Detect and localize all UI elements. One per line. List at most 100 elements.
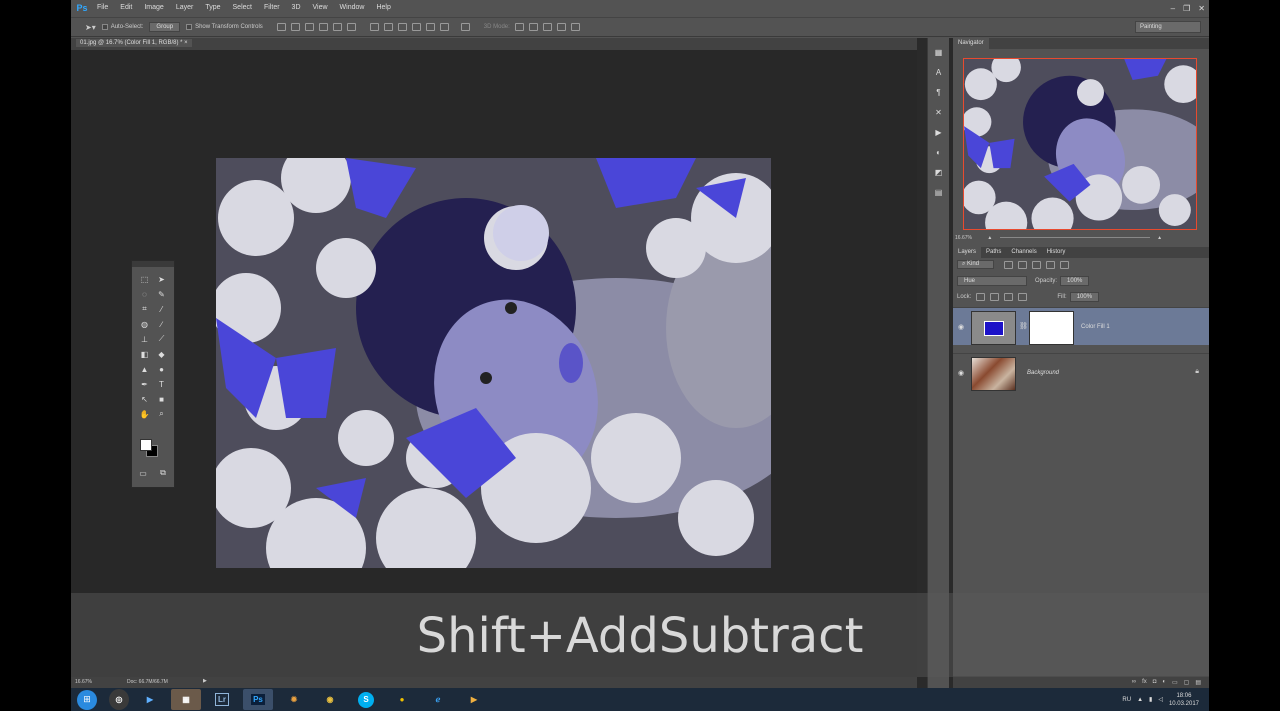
pen-tool-icon[interactable]: ✒ — [136, 378, 153, 390]
path-select-icon[interactable]: ↖ — [136, 393, 153, 405]
taskbar-app-icon[interactable]: ◎ — [109, 689, 129, 710]
tab-history[interactable]: History — [1042, 247, 1071, 258]
layer-mask-thumbnail[interactable] — [1029, 311, 1074, 345]
menu-file[interactable]: File — [91, 0, 114, 16]
transform-controls-checkbox[interactable] — [186, 24, 193, 30]
distribute-top-icon[interactable] — [369, 23, 379, 31]
stamp-tool-icon[interactable]: ⊥ — [136, 333, 153, 345]
background-thumbnail[interactable] — [971, 357, 1016, 391]
eraser-tool-icon[interactable]: ◧ — [136, 348, 153, 360]
ie-icon[interactable]: ℯ — [423, 689, 453, 710]
tools-presets-icon[interactable]: ✕ — [934, 108, 944, 118]
start-button-icon[interactable]: ⊞ — [77, 689, 97, 710]
lock-image-icon[interactable] — [990, 293, 1000, 301]
workspace-dropdown[interactable]: Painting — [1135, 21, 1201, 33]
quick-select-tool-icon[interactable]: ✎ — [153, 288, 170, 300]
media-player-icon[interactable]: ▶ — [135, 689, 165, 710]
lightroom-icon[interactable]: Lr — [207, 689, 237, 710]
eyedropper-tool-icon[interactable]: ⁄ — [153, 303, 170, 315]
align-right-icon[interactable] — [346, 23, 356, 31]
language-indicator[interactable]: RU — [1122, 697, 1131, 703]
crop-tool-icon[interactable]: ⌗ — [136, 303, 153, 315]
swatches-icon[interactable]: ▤ — [934, 188, 944, 198]
3d-drag-icon[interactable] — [542, 23, 552, 31]
screen-mode-icon[interactable]: ⧉ — [156, 467, 170, 479]
menu-view[interactable]: View — [307, 0, 334, 16]
dodge-tool-icon[interactable]: ● — [153, 363, 170, 375]
marquee-tool-icon[interactable]: ⬚ — [136, 273, 153, 285]
styles-icon[interactable]: ◐ — [934, 148, 944, 158]
network-icon[interactable]: ▮ — [1149, 696, 1152, 703]
filter-adjustment-icon[interactable] — [1018, 260, 1028, 269]
chrome-icon[interactable]: ◉ — [315, 689, 345, 710]
delete-layer-icon[interactable]: ▤ — [1195, 679, 1201, 686]
visibility-eye-icon[interactable]: ◉ — [958, 323, 964, 331]
align-hcenter-icon[interactable] — [332, 23, 342, 31]
lock-all-icon[interactable] — [1018, 293, 1028, 301]
align-top-icon[interactable] — [276, 23, 286, 31]
opacity-input[interactable]: 100% — [1060, 276, 1090, 286]
brush-tool-icon[interactable]: ∕ — [153, 318, 170, 330]
healing-tool-icon[interactable]: ◍ — [136, 318, 153, 330]
quick-mask-icon[interactable]: ▭ — [136, 467, 150, 479]
minimize-icon[interactable]: – — [1171, 4, 1175, 13]
auto-select-option[interactable]: Auto-Select: — [101, 24, 143, 30]
menu-select[interactable]: Select — [227, 0, 258, 16]
menu-type[interactable]: Type — [199, 0, 226, 16]
fill-input[interactable]: 100% — [1069, 292, 1100, 302]
zoom-in-icon[interactable]: ▲ — [1157, 235, 1162, 241]
photoshop-taskbar-icon[interactable]: Ps — [243, 689, 273, 710]
lasso-tool-icon[interactable]: ◌ — [136, 288, 153, 300]
filter-smart-icon[interactable] — [1060, 260, 1070, 269]
paint-bucket-icon[interactable]: ◆ — [153, 348, 170, 360]
menu-layer[interactable]: Layer — [170, 0, 200, 16]
clock[interactable]: 18:06 10.03.2017 — [1169, 692, 1199, 708]
menu-image[interactable]: Image — [138, 0, 169, 16]
color-fill-thumbnail[interactable] — [971, 311, 1016, 345]
canvas-area[interactable]: ⬚ ➤ ◌ ✎ ⌗ ⁄ ◍ ∕ ⊥ ⟋ ◧ ◆ ▲ ● ✒ T ↖ ■ ✋ ⌕ — [71, 50, 917, 677]
3d-slide-icon[interactable] — [556, 23, 566, 31]
tab-navigator[interactable]: Navigator — [953, 38, 989, 49]
paragraph-icon[interactable]: ¶ — [934, 88, 944, 98]
lock-position-icon[interactable] — [1004, 293, 1014, 301]
tab-layers[interactable]: Layers — [953, 247, 982, 258]
visibility-eye-icon[interactable]: ◉ — [958, 369, 964, 377]
distribute-bottom-icon[interactable] — [397, 23, 407, 31]
lock-transparent-icon[interactable] — [976, 293, 986, 301]
document-tab[interactable]: 01.jpg @ 16.7% (Color Fill 1, RGB/8) * × — [76, 39, 192, 47]
menu-edit[interactable]: Edit — [114, 0, 138, 16]
menu-window[interactable]: Window — [334, 0, 371, 16]
explorer-icon[interactable]: ▦ — [171, 689, 201, 710]
layer-color-fill[interactable]: ◉ ⛓ Color Fill 1 — [953, 307, 1209, 345]
distribute-right-icon[interactable] — [439, 23, 449, 31]
settings-app-icon[interactable]: ✹ — [279, 689, 309, 710]
auto-select-checkbox[interactable] — [101, 24, 108, 30]
align-bottom-icon[interactable] — [304, 23, 314, 31]
filter-pixel-icon[interactable] — [1004, 260, 1014, 269]
yellow-app-icon[interactable]: ● — [387, 689, 417, 710]
new-layer-icon[interactable]: ▢ — [1184, 679, 1190, 686]
blur-tool-icon[interactable]: ▲ — [136, 363, 153, 375]
link-layers-icon[interactable]: ∞ — [1132, 679, 1136, 685]
hand-tool-icon[interactable]: ✋ — [136, 408, 153, 420]
distribute-left-icon[interactable] — [411, 23, 421, 31]
close-icon[interactable]: ✕ — [1198, 4, 1205, 13]
character-icon[interactable]: A — [934, 68, 944, 78]
3d-rotate-icon[interactable] — [514, 23, 524, 31]
type-tool-icon[interactable]: T — [153, 378, 170, 390]
kind-filter-dropdown[interactable]: ⌕ Kind — [957, 260, 995, 269]
navigator-zoom-value[interactable]: 16.67% — [955, 235, 972, 241]
status-arrow-icon[interactable]: ▶ — [203, 678, 207, 684]
skype-icon[interactable]: S — [351, 689, 381, 710]
link-chain-icon[interactable]: ⛓ — [1019, 322, 1028, 330]
actions-icon[interactable]: ▶ — [934, 128, 944, 138]
layer-background[interactable]: ◉ Background 🔒︎ — [953, 353, 1209, 391]
3d-roll-icon[interactable] — [528, 23, 538, 31]
align-vcenter-icon[interactable] — [290, 23, 300, 31]
menu-filter[interactable]: Filter — [258, 0, 286, 16]
volume-icon[interactable]: ◁ — [1158, 696, 1163, 703]
rectangle-tool-icon[interactable]: ■ — [153, 393, 170, 405]
auto-select-dropdown[interactable]: Group — [149, 22, 181, 32]
adjustments-icon[interactable]: ◩ — [934, 168, 944, 178]
new-adjustment-icon[interactable]: ◐ — [1162, 679, 1166, 685]
